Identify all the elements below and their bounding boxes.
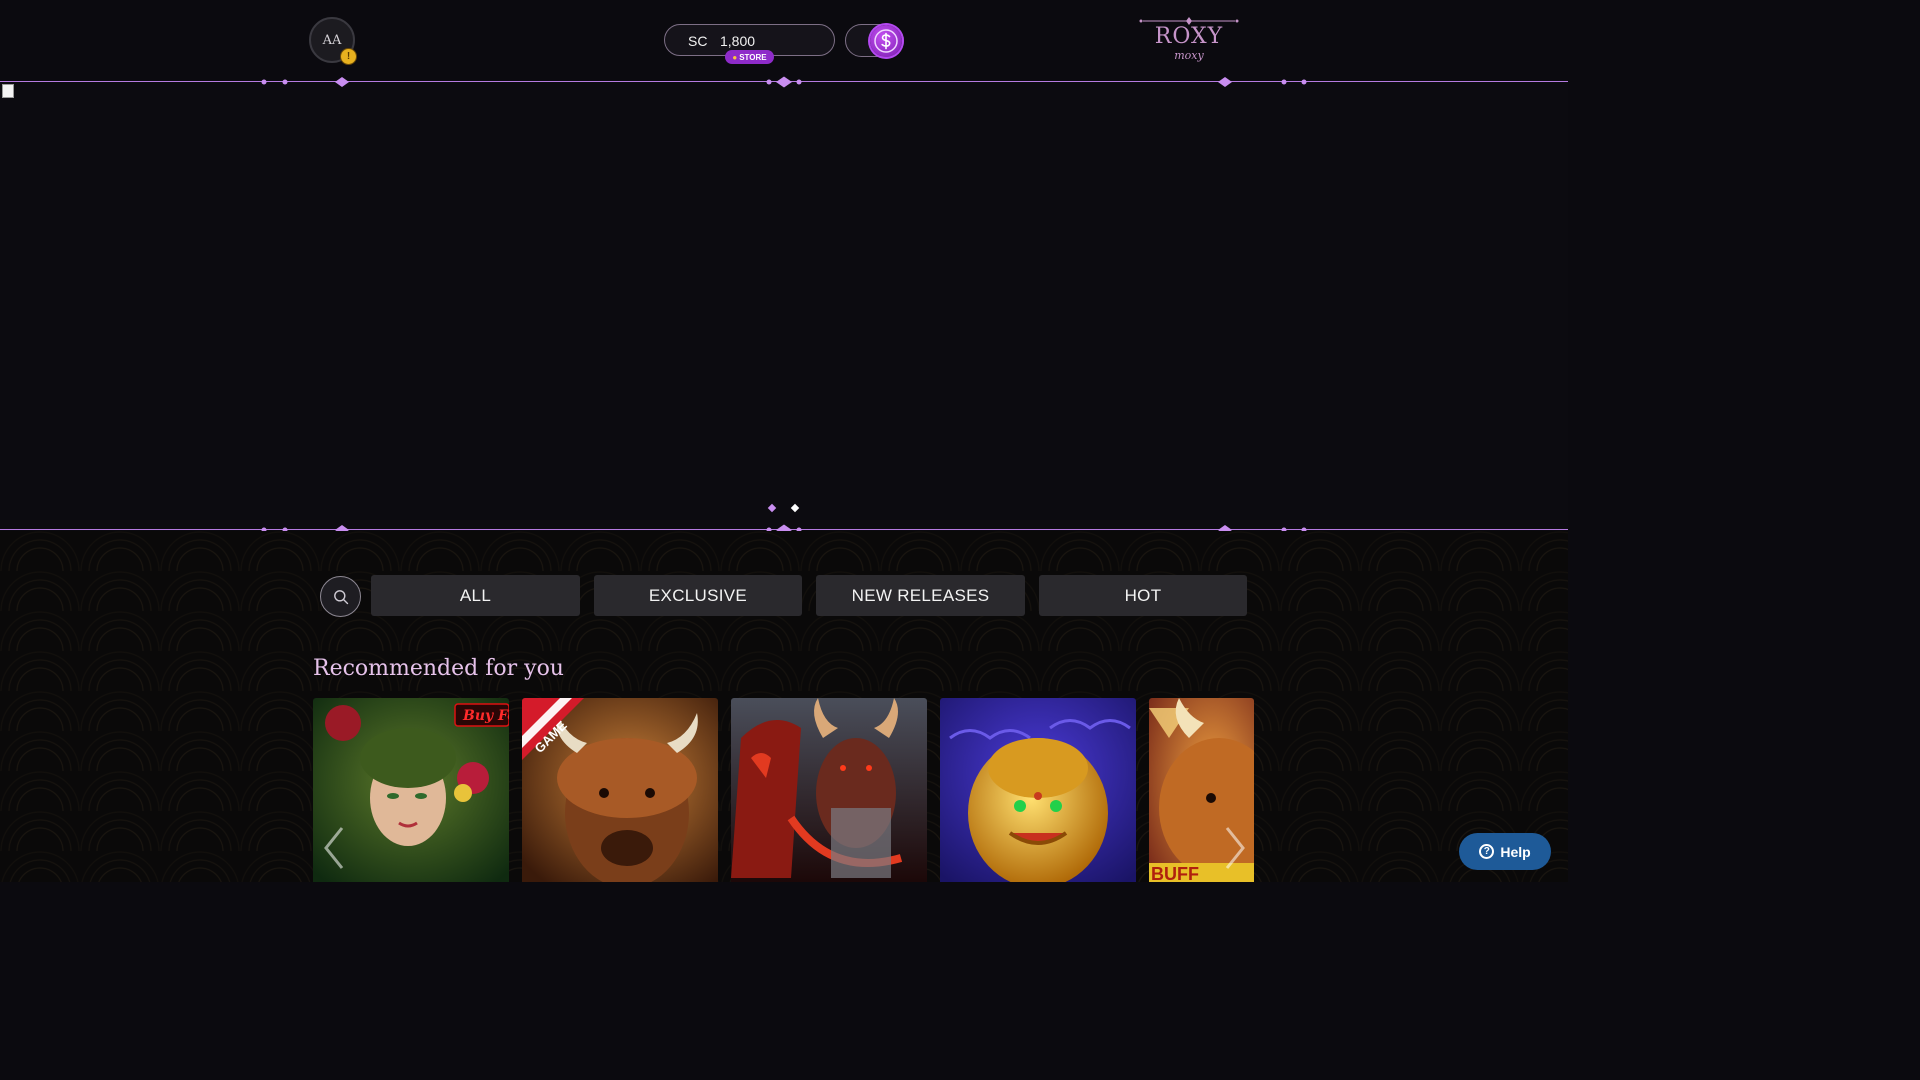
game-card[interactable]: [731, 698, 927, 882]
shopping-bag-icon: ●: [732, 52, 738, 62]
page: AA ! SC 1,800 ● STORE ROXY moxy ALL EXCL…: [0, 0, 1568, 882]
chevron-right-icon[interactable]: [1223, 826, 1247, 870]
store-button[interactable]: ● STORE: [725, 50, 774, 64]
svg-text:BUFF: BUFF: [1151, 864, 1199, 882]
carousel-dots: [0, 503, 1568, 513]
store-label: STORE: [739, 52, 767, 62]
search-button[interactable]: [320, 576, 361, 617]
game-card[interactable]: GAME: [522, 698, 718, 882]
avatar-initials: AA: [322, 32, 342, 48]
question-icon: ?: [1479, 844, 1495, 859]
hero-banner[interactable]: [0, 81, 1568, 530]
carousel-dot-active[interactable]: [790, 503, 800, 513]
balance-currency: SC: [688, 33, 708, 49]
tab-hot[interactable]: HOT: [1039, 575, 1247, 616]
help-label: Help: [1500, 843, 1531, 860]
brand-logo[interactable]: ROXY moxy: [1137, 16, 1241, 64]
logo-title: ROXY: [1154, 24, 1224, 49]
profile-alert-badge: !: [340, 48, 357, 65]
chevron-left-icon[interactable]: [322, 826, 346, 870]
broken-image-icon: [2, 84, 14, 98]
logo-subtitle: moxy: [1174, 49, 1204, 62]
help-button[interactable]: ? Help: [1459, 833, 1551, 870]
sweeps-coin-icon[interactable]: [870, 25, 902, 57]
carousel-dot[interactable]: [767, 503, 777, 513]
tab-new-releases[interactable]: NEW RELEASES: [816, 575, 1025, 616]
balance-amount: 1,800: [720, 33, 756, 49]
search-icon: [333, 589, 348, 604]
tab-all[interactable]: ALL: [371, 575, 580, 616]
game-card[interactable]: [940, 698, 1136, 882]
recommended-title: Recommended for you: [313, 656, 564, 681]
tab-exclusive[interactable]: EXCLUSIVE: [594, 575, 802, 616]
card-ribbon-text: Buy Fe: [462, 708, 509, 724]
